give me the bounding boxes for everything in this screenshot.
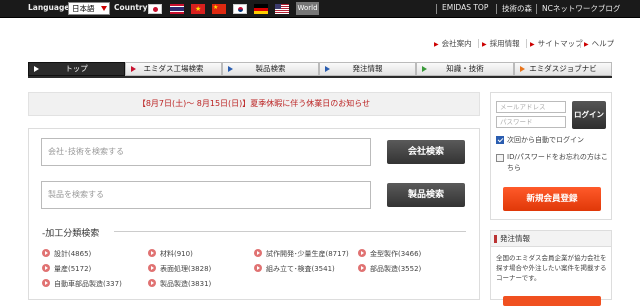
tab-knowledge[interactable]: 知識・技術 [416, 62, 514, 76]
category-link[interactable]: 組み立て･検査(3541) [254, 264, 335, 274]
tab-top-label: トップ [65, 64, 88, 73]
category-link[interactable]: 部品製造(3552) [358, 264, 421, 274]
arrow-circle-icon [254, 264, 262, 272]
help-label: ヘルプ [591, 39, 615, 48]
login-button[interactable]: ログイン [572, 101, 606, 129]
language-select[interactable]: 日本語 [68, 2, 110, 15]
divider [536, 4, 537, 14]
category-link[interactable]: 表面処理(3828) [148, 264, 211, 274]
category-link[interactable]: 金型製作(3466) [358, 249, 421, 259]
emidas-top-link[interactable]: EMIDAS TOP [442, 3, 488, 12]
category-link[interactable]: 製品製造(3831) [148, 279, 211, 289]
company-search-button[interactable]: 会社検索 [387, 140, 465, 164]
company-info-label: 会社案内 [441, 39, 472, 48]
tab-product-search[interactable]: 製品検索 [222, 62, 319, 76]
order-info-box: 発注情報 全国のエミダス会員企業が協力会社を探す場合や外注したい案件を掲載するコ… [490, 230, 612, 306]
category-label: 材料(910) [160, 250, 193, 258]
register-button[interactable]: 新規会員登録 [503, 187, 601, 211]
password-input[interactable]: パスワード [496, 116, 566, 128]
caret-right-icon: ▶ [434, 41, 439, 48]
caret-right-icon: ▶ [584, 41, 589, 48]
order-info-title: 発注情報 [491, 231, 611, 247]
category-label: 表面処理(3828) [160, 265, 212, 273]
usa-flag-icon[interactable] [275, 4, 289, 14]
vietnam-flag-icon[interactable]: ★ [191, 4, 205, 14]
tab-factory-search[interactable]: エミダス工場検索 [125, 62, 222, 76]
nc-blog-link[interactable]: NCネットワークブログ [542, 3, 620, 14]
thailand-flag-icon[interactable] [170, 4, 184, 14]
category-link[interactable]: 設計(4865) [42, 249, 91, 259]
divider [496, 4, 497, 14]
divider [114, 231, 466, 232]
tech-forest-link[interactable]: 技術の森 [502, 3, 532, 14]
category-label: 部品製造(3552) [370, 265, 422, 273]
germany-flag-icon[interactable] [254, 4, 268, 14]
tab-job-navi[interactable]: エミダスジョブナビ [514, 62, 612, 76]
top-bar: Language: 日本語 Country: ★ ★ World EMIDAS … [0, 0, 640, 18]
login-box: メールアドレス パスワード ログイン 次回から自動でログイン ID/パスワードを… [490, 92, 612, 220]
document-icon [496, 154, 504, 162]
caret-right-icon: ▶ [482, 41, 487, 48]
china-flag-icon[interactable]: ★ [212, 4, 226, 14]
category-link[interactable]: 自動車部品製造(337) [42, 279, 122, 289]
chevron-down-icon [101, 6, 107, 11]
caret-right-icon: ▶ [530, 41, 535, 48]
tab-job-navi-label: エミダスジョブナビ [529, 64, 597, 73]
company-search-input[interactable]: 会社･技術を検索する [41, 138, 371, 166]
email-input[interactable]: メールアドレス [496, 101, 566, 113]
arrow-circle-icon [148, 279, 156, 287]
arrow-circle-icon [358, 264, 366, 272]
recruit-label: 採用情報 [489, 39, 520, 48]
tab-order-info-label: 発注情報 [352, 64, 383, 73]
category-link[interactable]: 材料(910) [148, 249, 193, 259]
japan-flag-icon[interactable] [148, 4, 162, 14]
holiday-notice-link[interactable]: 【8月7日(土)〜 8月15日(日)】夏季休暇に伴う休業日のお知らせ [28, 92, 480, 116]
arrow-circle-icon [42, 279, 50, 287]
arrow-circle-icon [358, 249, 366, 257]
country-label: Country: [114, 3, 151, 12]
divider [478, 39, 479, 48]
sitemap-link[interactable]: ▶ サイトマップ [530, 38, 583, 49]
company-info-link[interactable]: ▶ 会社案内 [434, 38, 472, 49]
divider [436, 4, 437, 14]
world-button[interactable]: World [296, 2, 319, 15]
arrow-circle-icon [42, 264, 50, 272]
category-label: 試作開発･少量生産(8717) [266, 250, 349, 258]
arrow-circle-icon [148, 249, 156, 257]
auto-login-checkbox[interactable] [496, 136, 504, 144]
language-label: Language: [28, 3, 73, 12]
divider [580, 39, 581, 48]
tab-knowledge-label: 知識・技術 [446, 64, 484, 73]
nav-underline [28, 76, 612, 78]
category-label: 製品製造(3831) [160, 280, 212, 288]
category-label: 自動車部品製造(337) [54, 280, 122, 288]
language-value: 日本語 [72, 4, 95, 13]
tab-product-search-label: 製品検索 [255, 64, 286, 73]
arrow-circle-icon [254, 249, 262, 257]
arrow-circle-icon [148, 264, 156, 272]
order-info-text: 全国のエミダス会員企業が協力会社を探す場合や外注したい案件を掲載するコーナーです… [496, 254, 607, 282]
category-link[interactable]: 量産(5172) [42, 264, 91, 274]
product-search-input[interactable]: 製品を検索する [41, 181, 371, 209]
tab-order-info[interactable]: 発注情報 [319, 62, 416, 76]
auto-login-label: 次回から自動でログイン [507, 136, 584, 144]
category-label: 量産(5172) [54, 265, 92, 273]
category-label: 金型製作(3466) [370, 250, 422, 258]
category-label: 組み立て･検査(3541) [266, 265, 335, 273]
category-label: 設計(4865) [54, 250, 92, 258]
process-section-title: -加工分類検索 [42, 229, 100, 239]
sitemap-label: サイトマップ [537, 39, 583, 48]
korea-flag-icon[interactable] [233, 4, 247, 14]
tab-top[interactable]: トップ [28, 62, 125, 76]
recruit-link[interactable]: ▶ 採用情報 [482, 38, 520, 49]
arrow-circle-icon [42, 249, 50, 257]
divider [526, 39, 527, 48]
order-info-button[interactable] [503, 296, 601, 306]
category-link[interactable]: 試作開発･少量生産(8717) [254, 249, 349, 259]
tab-factory-search-label: エミダス工場検索 [143, 64, 204, 73]
forgot-password-link[interactable]: ID/パスワードをお忘れの方はこちら [507, 152, 611, 174]
help-link[interactable]: ▶ ヘルプ [584, 38, 614, 49]
product-search-button[interactable]: 製品検索 [387, 183, 465, 207]
